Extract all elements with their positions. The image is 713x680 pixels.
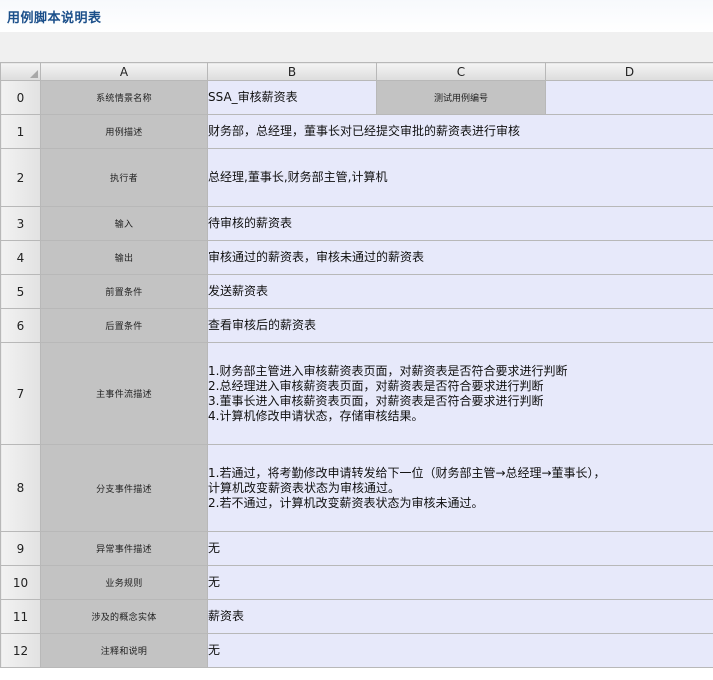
toolbar-gap [0, 32, 713, 62]
title-bar: 用例脚本说明表 [0, 0, 713, 32]
column-header-c[interactable]: C [376, 62, 546, 81]
cell-text-line: 无 [208, 541, 221, 555]
table-row: 12 注释和说明无 [0, 633, 713, 668]
cell-text-line: 4.计算机修改申请状态，存储审核结果。 [208, 408, 424, 423]
cell-value[interactable]: 1.财务部主管进入审核薪资表页面，对薪资表是否符合要求进行判断 2.总经理进入审核… [207, 342, 713, 445]
cell-value[interactable]: 无 [207, 565, 713, 600]
row-number[interactable]: 10 [0, 565, 41, 600]
row-number[interactable]: 8 [0, 444, 41, 532]
table-row: 1 用例描述 财务部，总经理，董事长对已经提交审批的薪资表进行审核 [0, 114, 713, 149]
cell-value[interactable]: 待审核的薪资表 [207, 206, 713, 241]
table-row: 6 后置条件 查看审核后的薪资表 [0, 308, 713, 343]
cell-label[interactable]: 涉及的概念实体 [40, 599, 208, 634]
cell-text-line: 无 [208, 575, 221, 589]
table-row: 9 异常事件描述无 [0, 531, 713, 566]
cell-text-line: 薪资表 [208, 609, 245, 623]
table-row: 11 涉及的概念实体 薪资表 [0, 599, 713, 634]
cell-text-line: 1.若通过，将考勤修改申请转发给下一位（财务部主管→总经理→董事长）， [208, 465, 606, 480]
cell-text-line: 2.总经理进入审核薪资表页面，对薪资表是否符合要求进行判断 [208, 378, 544, 393]
page-title: 用例脚本说明表 [7, 11, 102, 26]
table-row: 8 分支事件描述 1.若通过，将考勤修改申请转发给下一位（财务部主管→总经理→董事长… [0, 444, 713, 532]
cell-text-line: 待审核的薪资表 [208, 216, 293, 230]
column-header-row: A B C D [0, 62, 713, 81]
cell-value[interactable]: 发送薪资表 [207, 274, 713, 309]
cell-label[interactable]: 注释和说明 [40, 633, 208, 668]
select-all-corner[interactable] [0, 62, 41, 81]
column-header-d[interactable]: D [545, 62, 713, 81]
row-number[interactable]: 9 [0, 531, 41, 566]
row-number[interactable]: 0 [0, 80, 41, 115]
cell-value[interactable]: 总经理,董事长,财务部主管,计算机 [207, 148, 713, 207]
cell-label[interactable]: 异常事件描述 [40, 531, 208, 566]
cell-text-line: 财务部，总经理，董事长对已经提交审批的薪资表进行审核 [208, 124, 521, 138]
cell-text-line: 审核通过的薪资表，审核未通过的薪资表 [208, 250, 425, 264]
cell-label[interactable]: 后置条件 [40, 308, 208, 343]
row-number[interactable]: 4 [0, 240, 41, 275]
row-number[interactable]: 1 [0, 114, 41, 149]
row-number[interactable]: 3 [0, 206, 41, 241]
table-row: 4 输出 审核通过的薪资表，审核未通过的薪资表 [0, 240, 713, 275]
row-number[interactable]: 5 [0, 274, 41, 309]
cell-value[interactable]: 无 [207, 531, 713, 566]
cell-value[interactable]: 财务部，总经理，董事长对已经提交审批的薪资表进行审核 [207, 114, 713, 149]
cell-text-line: 无 [208, 643, 221, 657]
cell-label[interactable]: 前置条件 [40, 274, 208, 309]
cell-text-line: 2.若不通过，计算机改变薪资表状态为审核未通过。 [208, 495, 484, 510]
cell-d-value[interactable] [545, 80, 713, 115]
column-header-a[interactable]: A [40, 62, 208, 81]
row-number[interactable]: 12 [0, 633, 41, 668]
column-header-b[interactable]: B [207, 62, 377, 81]
cell-value[interactable]: 审核通过的薪资表，审核未通过的薪资表 [207, 240, 713, 275]
table-row: 10 业务规则无 [0, 565, 713, 600]
table-row: 7 主事件流描述 1.财务部主管进入审核薪资表页面，对薪资表是否符合要求进行判断 2.… [0, 342, 713, 445]
corner-triangle-icon [30, 70, 38, 78]
table-row: 3 输入 待审核的薪资表 [0, 206, 713, 241]
table-row: 0 系统情景名称 SSA_审核薪资表 测试用例编号 [0, 80, 713, 115]
table-row: 2 执行者 总经理,董事长,财务部主管,计算机 [0, 148, 713, 207]
cell-label[interactable]: 输入 [40, 206, 208, 241]
spreadsheet-table: A B C D 0 系统情景名称 SSA_审核薪资表 测试用例编号 1 用例描述财… [0, 62, 713, 668]
cell-value[interactable]: 无 [207, 633, 713, 668]
cell-value[interactable]: SSA_审核薪资表 [207, 80, 377, 115]
cell-value[interactable]: 1.若通过，将考勤修改申请转发给下一位（财务部主管→总经理→董事长）， 计算机改变… [207, 444, 713, 532]
cell-text-line: 总经理,董事长,财务部主管,计算机 [208, 170, 388, 184]
cell-value[interactable]: 查看审核后的薪资表 [207, 308, 713, 343]
cell-text-line: 发送薪资表 [208, 284, 269, 298]
cell-text: SSA_审核薪资表 [208, 90, 298, 104]
row-number[interactable]: 2 [0, 148, 41, 207]
cell-label[interactable]: 输出 [40, 240, 208, 275]
table-row: 5 前置条件 发送薪资表 [0, 274, 713, 309]
cell-label[interactable]: 主事件流描述 [40, 342, 208, 445]
cell-label[interactable]: 分支事件描述 [40, 444, 208, 532]
row-number[interactable]: 11 [0, 599, 41, 634]
cell-text-line: 3.董事长进入审核薪资表页面，对薪资表是否符合要求进行判断 [208, 393, 544, 408]
row-number[interactable]: 6 [0, 308, 41, 343]
cell-label[interactable]: 业务规则 [40, 565, 208, 600]
cell-label[interactable]: 系统情景名称 [40, 80, 208, 115]
cell-text-line: 计算机改变薪资表状态为审核通过。 [208, 480, 401, 495]
cell-value[interactable]: 薪资表 [207, 599, 713, 634]
row-number[interactable]: 7 [0, 342, 41, 445]
cell-text-line: 1.财务部主管进入审核薪资表页面，对薪资表是否符合要求进行判断 [208, 363, 568, 378]
cell-label[interactable]: 执行者 [40, 148, 208, 207]
cell-c-label[interactable]: 测试用例编号 [376, 80, 546, 115]
cell-label[interactable]: 用例描述 [40, 114, 208, 149]
cell-text-line: 查看审核后的薪资表 [208, 318, 317, 332]
